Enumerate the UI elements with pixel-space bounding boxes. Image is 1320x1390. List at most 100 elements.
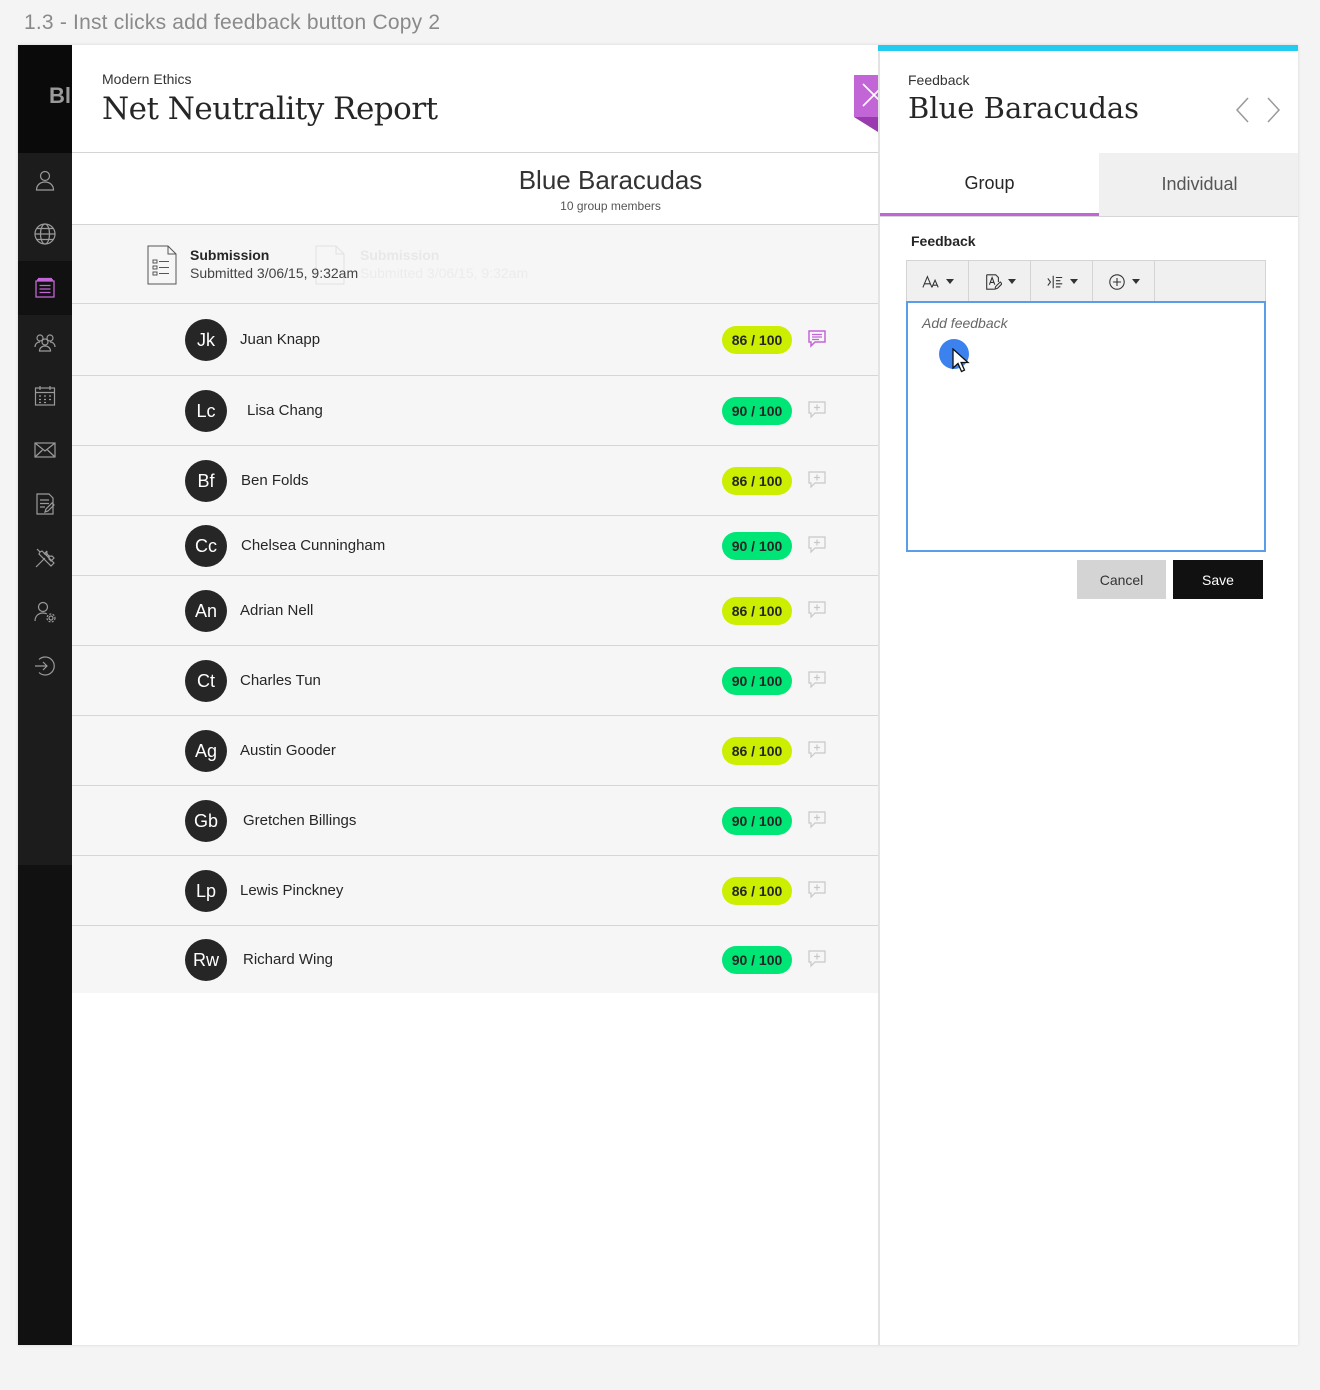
feedback-tabs: Group Individual — [880, 153, 1298, 217]
add-feedback-icon[interactable] — [807, 950, 827, 968]
caret-down-icon — [945, 279, 954, 284]
feedback-label: Feedback — [911, 233, 976, 249]
caret-down-icon — [1131, 279, 1140, 284]
feedback-panel: Feedback Blue Baracudas Group Individual… — [878, 45, 1298, 1345]
add-feedback-icon[interactable] — [807, 881, 827, 899]
add-feedback-icon[interactable] — [807, 811, 827, 829]
main-content: Modern Ethics Net Neutrality Report Subm… — [72, 45, 878, 1345]
artboard-title: 1.3 - Inst clicks add feedback button Co… — [24, 11, 441, 34]
sign-out-icon — [35, 656, 55, 676]
nav-item-user-settings[interactable] — [18, 585, 72, 639]
ghost-document-icon — [315, 245, 345, 285]
calendar-icon — [34, 386, 56, 406]
nav-item-courses[interactable] — [18, 261, 72, 315]
previous-group-button[interactable] — [1232, 95, 1254, 125]
grade-pill[interactable]: 90 / 100 — [722, 807, 792, 835]
tab-group[interactable]: Group — [880, 153, 1099, 216]
courses-icon — [35, 277, 55, 298]
nav-list — [18, 153, 72, 865]
text-style-dropdown[interactable] — [969, 261, 1031, 302]
submission-item[interactable]: Submission Submitted 3/06/15, 9:32am Sub… — [72, 225, 878, 303]
avatar: Lp — [185, 870, 227, 912]
student-row[interactable]: Ag Austin Gooder 86 / 100 — [72, 715, 878, 785]
avatar: Lc — [185, 390, 227, 432]
student-row[interactable]: Jk Juan Knapp 86 / 100 — [72, 303, 878, 375]
grade-pill[interactable]: 86 / 100 — [722, 877, 792, 905]
text-size-dropdown[interactable] — [907, 261, 969, 302]
cancel-button[interactable]: Cancel — [1077, 560, 1166, 599]
paragraph-dropdown[interactable] — [1031, 261, 1093, 302]
student-name: Charles Tun — [240, 672, 321, 689]
chevron-right-icon — [1267, 97, 1281, 123]
avatar: Jk — [185, 319, 227, 361]
nav-item-tools[interactable] — [18, 531, 72, 585]
avatar: Ag — [185, 730, 227, 772]
save-button[interactable]: Save — [1173, 560, 1263, 599]
nav-item-calendar[interactable] — [18, 369, 72, 423]
grade-pill[interactable]: 90 / 100 — [722, 946, 792, 974]
student-row[interactable]: Cc Chelsea Cunningham 90 / 100 — [72, 515, 878, 575]
avatar: An — [185, 590, 227, 632]
chevron-left-icon — [1235, 97, 1249, 123]
grade-pill[interactable]: 86 / 100 — [722, 737, 792, 765]
mail-icon — [34, 442, 56, 458]
left-nav: Bl — [18, 45, 72, 1345]
grade-pill[interactable]: 90 / 100 — [722, 532, 792, 560]
student-row[interactable]: Bf Ben Folds 86 / 100 — [72, 445, 878, 515]
grades-icon — [36, 493, 55, 515]
submission-list: Submission Submitted 3/06/15, 9:32am Sub… — [72, 225, 878, 993]
editor-placeholder: Add feedback — [922, 315, 1008, 331]
insert-icon — [1108, 273, 1125, 290]
brand-text: Bl — [49, 83, 71, 108]
brand-logo[interactable]: Bl — [18, 45, 72, 153]
next-group-button[interactable] — [1262, 95, 1284, 125]
add-feedback-icon[interactable] — [807, 671, 827, 689]
student-name: Ben Folds — [241, 472, 309, 489]
avatar: Rw — [185, 939, 227, 981]
header-divider — [72, 152, 878, 153]
grade-pill[interactable]: 86 / 100 — [722, 326, 792, 354]
student-row[interactable]: Rw Richard Wing 90 / 100 — [72, 925, 878, 993]
avatar: Ct — [185, 660, 227, 702]
course-name: Modern Ethics — [102, 71, 192, 87]
nav-item-messages[interactable] — [18, 423, 72, 477]
app-frame: Bl Modern Ethics Net Neutrality Report S… — [18, 45, 1298, 1345]
avatar: Bf — [185, 460, 227, 502]
student-row[interactable]: An Adrian Nell 86 / 100 — [72, 575, 878, 645]
nav-item-organizations[interactable] — [18, 315, 72, 369]
grade-pill[interactable]: 90 / 100 — [722, 397, 792, 425]
grade-pill[interactable]: 90 / 100 — [722, 667, 792, 695]
student-row[interactable]: Gb Gretchen Billings 90 / 100 — [72, 785, 878, 855]
student-name: Gretchen Billings — [243, 812, 357, 829]
nav-item-institution[interactable] — [18, 207, 72, 261]
avatar: Gb — [185, 800, 227, 842]
nav-item-sign-out[interactable] — [18, 639, 72, 693]
add-feedback-icon[interactable] — [807, 401, 827, 419]
tools-icon — [35, 548, 55, 568]
caret-down-icon — [1007, 279, 1016, 284]
nav-item-grades[interactable] — [18, 477, 72, 531]
tab-individual[interactable]: Individual — [1099, 153, 1298, 216]
student-name: Adrian Nell — [240, 602, 314, 619]
avatar: Cc — [185, 525, 227, 567]
student-name: Richard Wing — [243, 951, 334, 968]
student-name: Lisa Chang — [247, 402, 323, 419]
grade-pill[interactable]: 86 / 100 — [722, 467, 792, 495]
feedback-editor[interactable]: Add feedback — [906, 301, 1266, 552]
add-feedback-icon[interactable] — [807, 741, 827, 759]
add-feedback-icon[interactable] — [807, 536, 827, 554]
student-row[interactable]: Lp Lewis Pinckney 86 / 100 — [72, 855, 878, 925]
add-feedback-icon[interactable] — [807, 471, 827, 489]
insert-dropdown[interactable] — [1093, 261, 1155, 302]
page-title: Net Neutrality Report — [102, 91, 438, 127]
panel-kicker: Feedback — [908, 72, 970, 88]
panel-title: Blue Baracudas — [908, 91, 1140, 125]
student-row[interactable]: Ct Charles Tun 90 / 100 — [72, 645, 878, 715]
text-size-icon — [921, 274, 939, 288]
student-row[interactable]: Lc Lisa Chang 90 / 100 — [72, 375, 878, 445]
document-icon — [147, 245, 177, 285]
add-feedback-icon[interactable] — [807, 601, 827, 619]
caret-down-icon — [1069, 279, 1078, 284]
feedback-given-icon[interactable] — [807, 330, 827, 348]
grade-pill[interactable]: 86 / 100 — [722, 597, 792, 625]
